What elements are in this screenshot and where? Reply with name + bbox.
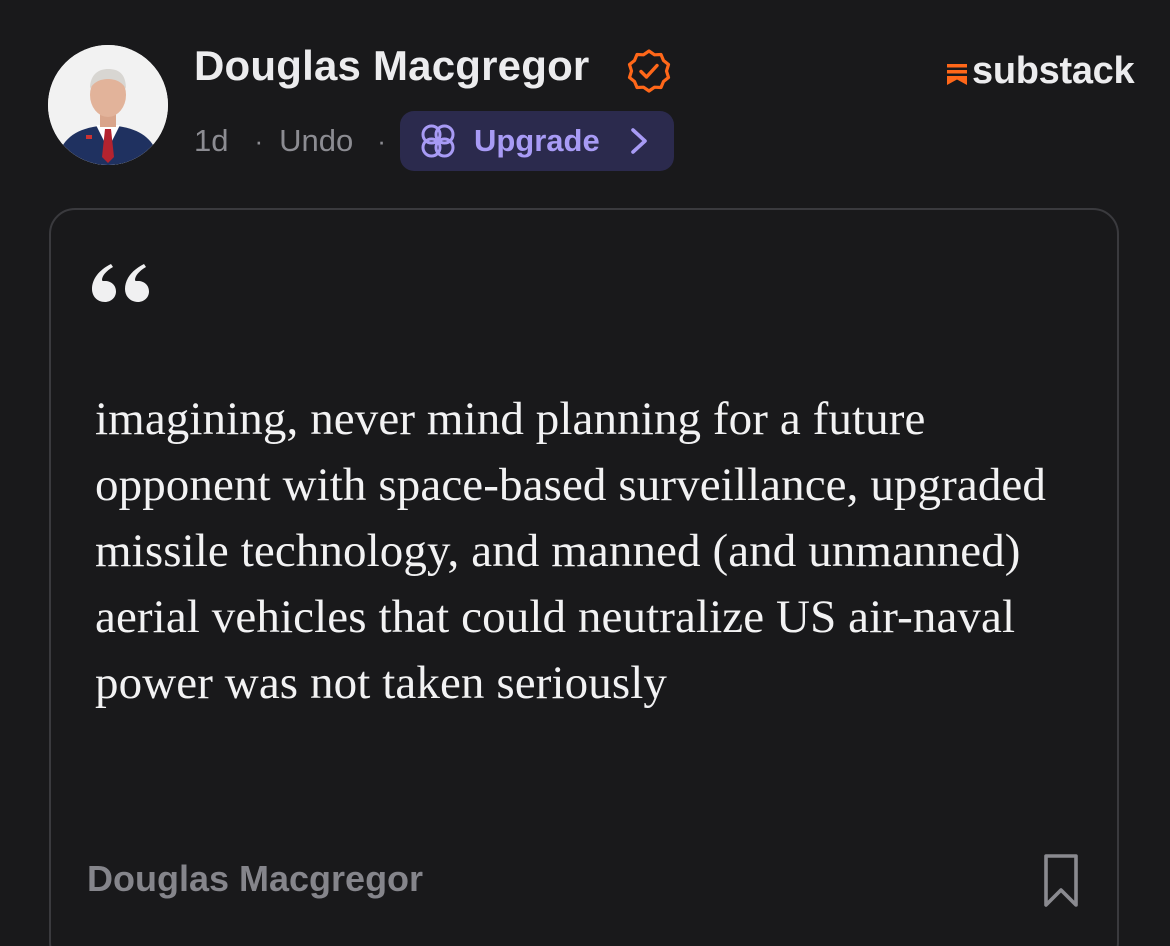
verified-check-icon — [627, 49, 671, 93]
flower-icon — [421, 124, 455, 158]
undo-link[interactable]: Undo — [279, 123, 353, 159]
quote-card[interactable]: imagining, never mind planning for a fut… — [49, 208, 1119, 946]
quote-attribution[interactable]: Douglas Macgregor — [87, 858, 423, 900]
meta-separator: · — [377, 125, 386, 156]
substack-logo[interactable]: substack — [945, 50, 1135, 93]
note-screen: Douglas Macgregor 1d · Undo · Upgrade su… — [0, 0, 1170, 946]
substack-wordmark: substack — [972, 50, 1135, 92]
meta-separator: · — [254, 125, 264, 156]
quote-mark-icon — [92, 264, 149, 302]
chevron-right-icon — [630, 128, 647, 154]
upgrade-button[interactable]: Upgrade — [399, 111, 674, 171]
upgrade-label: Upgrade — [473, 123, 600, 158]
post-meta: 1d · Undo · Upgrade — [194, 110, 674, 172]
substack-logo-icon — [947, 63, 967, 85]
quote-text: imagining, never mind planning for a fut… — [95, 393, 1046, 709]
post-timestamp: 1d — [194, 123, 229, 158]
avatar[interactable] — [48, 45, 168, 165]
bookmark-icon[interactable] — [1041, 852, 1081, 910]
author-name[interactable]: Douglas Macgregor — [194, 42, 589, 90]
